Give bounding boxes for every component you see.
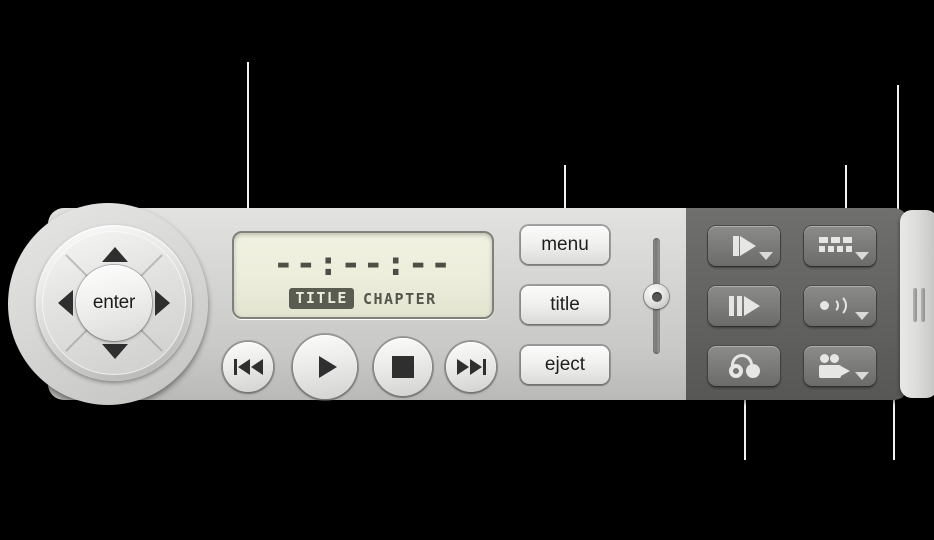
- eject-button-label: eject: [544, 354, 586, 375]
- lcd-mode-labels: TITLE CHAPTER: [234, 288, 492, 309]
- title-button[interactable]: title: [521, 286, 609, 324]
- dvd-controller-screenshot: --:--:-- TITLE CHAPTER menu title eject …: [0, 0, 934, 540]
- subtitle-icon: [818, 236, 852, 252]
- dpad-right-button[interactable]: [155, 290, 170, 316]
- dpad-control[interactable]: enter: [36, 225, 192, 381]
- stop-icon: [392, 356, 414, 378]
- previous-button[interactable]: [223, 342, 273, 392]
- dpad-up-button[interactable]: [102, 247, 128, 262]
- lcd-title-indicator: TITLE: [289, 288, 354, 309]
- lcd-display: --:--:-- TITLE CHAPTER: [232, 231, 494, 319]
- slow-motion-icon: [732, 236, 756, 256]
- bookmark-loop-icon: [727, 354, 761, 378]
- video-camera-icon: [819, 354, 851, 378]
- camera-angle-button[interactable]: [804, 346, 876, 386]
- chevron-down-icon: [855, 372, 869, 380]
- title-button-label: title: [550, 294, 580, 315]
- step-frame-icon: [728, 296, 760, 316]
- skip-forward-icon: [456, 359, 486, 375]
- slow-motion-button[interactable]: [708, 226, 780, 266]
- play-icon: [318, 356, 337, 378]
- step-frame-button[interactable]: [708, 286, 780, 326]
- menu-button[interactable]: menu: [521, 226, 609, 264]
- callout-bookmark-button: [744, 392, 746, 460]
- play-button[interactable]: [293, 335, 357, 399]
- lcd-chapter-indicator: CHAPTER: [362, 289, 437, 308]
- subtitle-button[interactable]: [804, 226, 876, 266]
- menu-button-label: menu: [541, 234, 589, 255]
- dpad-down-button[interactable]: [102, 344, 128, 359]
- chevron-down-icon: [759, 252, 773, 260]
- eject-button[interactable]: eject: [521, 346, 609, 384]
- enter-button-label: enter: [92, 292, 136, 313]
- chevron-down-icon: [855, 252, 869, 260]
- drag-grip[interactable]: [900, 210, 934, 398]
- volume-slider-knob[interactable]: [644, 284, 669, 309]
- feature-panel: [686, 208, 908, 400]
- lcd-time-readout: --:--:--: [273, 244, 453, 284]
- chevron-down-icon: [855, 312, 869, 320]
- next-button[interactable]: [446, 342, 496, 392]
- dpad-left-button[interactable]: [58, 290, 73, 316]
- grip-lines-icon: [913, 288, 917, 322]
- remote-control-body: --:--:-- TITLE CHAPTER menu title eject …: [8, 203, 934, 405]
- dpad-housing: enter: [8, 203, 208, 405]
- audio-track-button[interactable]: [804, 286, 876, 326]
- audio-waves-icon: [819, 293, 853, 319]
- grip-line-second: [921, 288, 925, 322]
- skip-backward-icon: [233, 359, 263, 375]
- bookmark-button[interactable]: [708, 346, 780, 386]
- enter-button[interactable]: enter: [76, 265, 152, 341]
- stop-button[interactable]: [374, 338, 432, 396]
